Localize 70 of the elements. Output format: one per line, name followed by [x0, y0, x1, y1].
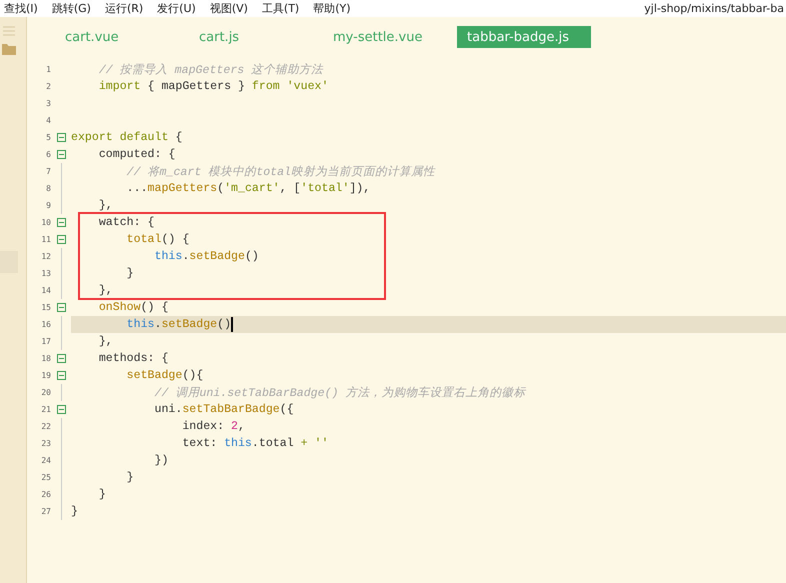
line-number: 6: [45, 150, 51, 159]
line-number: 12: [40, 252, 51, 261]
code-line: computed: {: [98, 148, 176, 161]
menu-item[interactable]: 工具(T): [262, 1, 300, 16]
menu-item[interactable]: 查找(I): [4, 1, 38, 16]
line-number: 23: [40, 439, 51, 448]
code-line: // 将m_cart 模块中的total映射为当前页面的计算属性: [126, 164, 436, 179]
code-line: export default {: [71, 131, 182, 144]
line-number: 2: [45, 82, 51, 91]
line-number: 25: [40, 473, 51, 482]
line-number: 10: [40, 218, 51, 227]
line-number: 4: [45, 116, 51, 125]
collapse-icon[interactable]: [56, 150, 66, 159]
line-number: 3: [45, 99, 51, 108]
code-line: this.setBadge(): [153, 250, 259, 263]
line-number: 9: [45, 201, 51, 210]
menu-item[interactable]: 跳转(G): [52, 1, 91, 16]
menu-item[interactable]: 发行(U): [157, 1, 196, 16]
code-line: methods: {: [98, 352, 168, 365]
line-number: 24: [40, 456, 51, 465]
line-number: 21: [40, 405, 51, 414]
code-line: onShow() {: [98, 301, 168, 314]
code-line: index: 2,: [181, 420, 245, 433]
code-line: },: [98, 335, 113, 348]
code-line: text: this.total + '': [181, 437, 328, 450]
line-number: 22: [40, 422, 51, 431]
line-number: 20: [40, 388, 51, 397]
menu-item[interactable]: 视图(V): [210, 1, 248, 16]
code-line: },: [98, 284, 113, 297]
code-line: total() {: [126, 233, 190, 246]
file-path: yjl-shop/mixins/tabbar-ba: [644, 2, 785, 15]
line-number: 18: [40, 354, 51, 363]
code-line: // 按需导入 mapGetters 这个辅助方法: [98, 62, 324, 77]
code-line: uni.setTabBarBadge({: [153, 403, 294, 416]
code-line: setBadge(){: [126, 369, 204, 382]
code-line: import { mapGetters } from 'vuex': [98, 80, 328, 93]
line-number: 19: [40, 371, 51, 380]
collapse-icon[interactable]: [56, 405, 66, 414]
code-line: }: [126, 471, 134, 484]
code-line: }: [126, 267, 134, 280]
collapse-icon[interactable]: [56, 371, 66, 380]
line-number: 16: [40, 320, 51, 329]
line-number: 8: [45, 184, 51, 193]
line-number: 14: [40, 286, 51, 295]
line-number: 26: [40, 490, 51, 499]
line-number: 11: [40, 235, 51, 244]
code-line: ...mapGetters('m_cart', ['total']),: [126, 182, 370, 195]
line-number: 13: [40, 269, 51, 278]
code-line: // 调用uni.setTabBarBadge() 方法，为购物车设置右上角的徽标: [153, 385, 526, 400]
collapse-icon[interactable]: [56, 354, 66, 363]
collapse-icon[interactable]: [56, 235, 66, 244]
code-line: },: [98, 199, 113, 212]
menu-item[interactable]: 帮助(Y): [313, 1, 351, 16]
code-line: }: [98, 488, 106, 501]
code-line: }): [153, 454, 168, 467]
code-line: }: [71, 505, 78, 518]
line-number: 5: [45, 133, 51, 142]
code-line: this.setBadge(): [126, 318, 232, 331]
collapse-icon[interactable]: [56, 133, 66, 142]
collapse-icon[interactable]: [56, 218, 66, 227]
line-number: 1: [45, 65, 51, 74]
text-cursor: [231, 317, 234, 332]
collapse-icon[interactable]: [56, 303, 66, 312]
line-number: 15: [40, 303, 51, 312]
menu-item[interactable]: 运行(R): [104, 1, 144, 16]
line-number: 17: [40, 337, 51, 346]
line-number: 7: [45, 167, 51, 176]
line-number: 27: [40, 507, 51, 516]
folder-icon[interactable]: [2, 43, 16, 55]
code-line: watch: {: [98, 216, 154, 229]
